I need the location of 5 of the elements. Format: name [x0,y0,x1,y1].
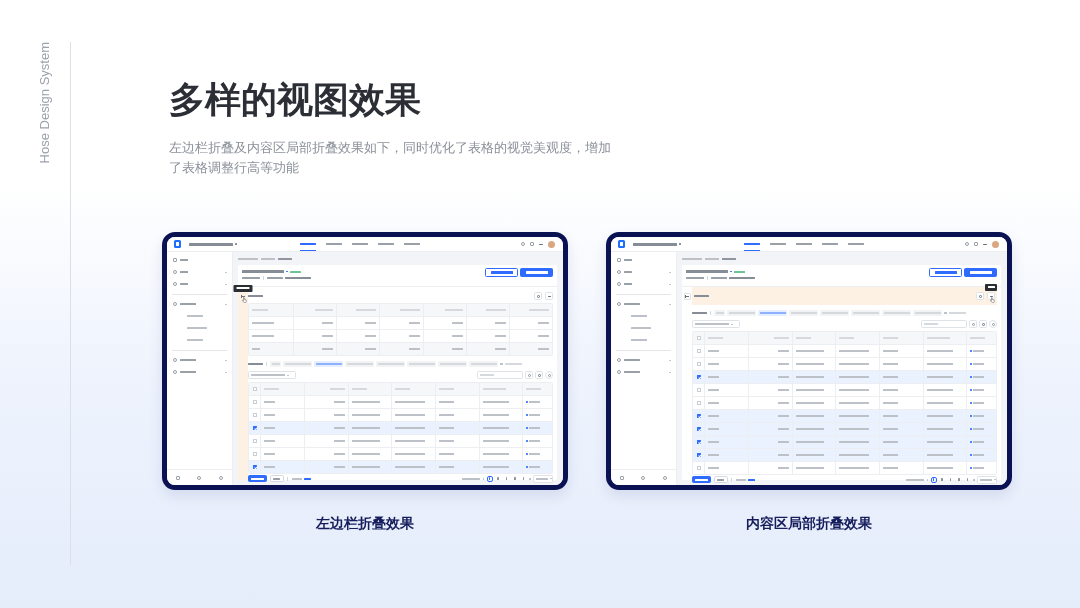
preview-caption: 内容区局部折叠效果 [746,514,872,532]
page-title: 多样的视图效果 [169,78,421,122]
page-description: 左边栏折叠及内容区局部折叠效果如下，同时优化了表格的视觉美观度，增加了表格调整行高等功能 [169,139,612,177]
side-label: Hose Design System [38,42,52,164]
preview-caption: 左边栏折叠效果 [316,514,414,532]
